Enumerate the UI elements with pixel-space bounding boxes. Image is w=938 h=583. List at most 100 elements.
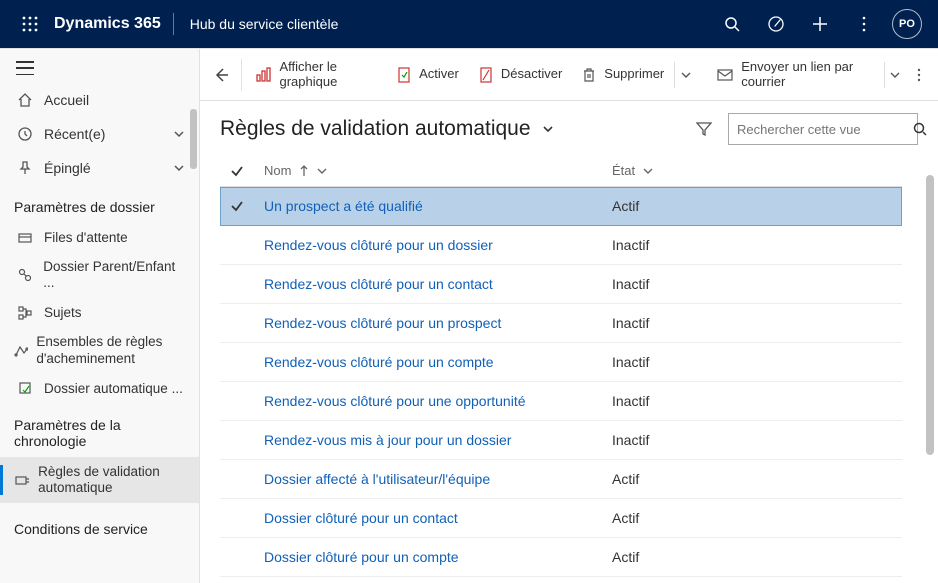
- nav-routing-rules[interactable]: Ensembles de règles d'acheminement: [0, 327, 199, 373]
- hub-label[interactable]: Hub du service clientèle: [174, 16, 355, 32]
- col-name[interactable]: Nom: [254, 155, 602, 187]
- group-service-terms: Conditions de service: [0, 503, 199, 545]
- cmd-label: Activer: [419, 67, 459, 82]
- nav-label: Règles de validation automatique: [38, 464, 185, 496]
- task-flow-icon[interactable]: [754, 0, 798, 48]
- grid-wrap: Nom État Un prospect: [200, 155, 938, 583]
- cell-state: Inactif: [602, 304, 902, 343]
- cell-name[interactable]: Rendez-vous clôturé pour un compte: [254, 343, 602, 382]
- row-checkbox[interactable]: [220, 499, 254, 538]
- cmd-delete-dropdown[interactable]: [675, 70, 697, 80]
- filter-icon[interactable]: [692, 117, 716, 141]
- mail-icon: [717, 68, 733, 82]
- cmd-show-chart[interactable]: Afficher le graphique: [245, 49, 387, 100]
- cmd-overflow[interactable]: [906, 67, 932, 83]
- table-row[interactable]: Rendez-vous clôturé pour un prospectInac…: [220, 304, 902, 343]
- cell-state: Actif: [602, 538, 902, 577]
- chart-icon: [255, 67, 271, 83]
- nav-pinned[interactable]: Épinglé: [0, 151, 199, 185]
- cell-name[interactable]: Dossier clôturé pour un contact: [254, 499, 602, 538]
- table-row[interactable]: Rendez-vous clôturé pour une opportunité…: [220, 382, 902, 421]
- nav-recent[interactable]: Récent(e): [0, 117, 199, 151]
- nav-label: Dossier automatique ...: [44, 381, 183, 396]
- cell-state: Actif: [602, 460, 902, 499]
- add-icon[interactable]: [798, 0, 842, 48]
- cell-name[interactable]: Dossier affecté à l'utilisateur/l'équipe: [254, 460, 602, 499]
- row-checkbox[interactable]: [220, 538, 254, 577]
- cmd-label: Supprimer: [604, 67, 664, 82]
- table-row[interactable]: Rendez-vous clôturé pour un contactInact…: [220, 265, 902, 304]
- chevron-down-icon: [173, 162, 185, 174]
- search-icon[interactable]: [710, 0, 754, 48]
- table-row[interactable]: Dossier clôturé pour un contactActif: [220, 499, 902, 538]
- back-button[interactable]: [206, 49, 237, 100]
- more-vertical-icon[interactable]: [842, 0, 886, 48]
- cell-name[interactable]: Rendez-vous clôturé pour un contact: [254, 265, 602, 304]
- app-launcher-icon[interactable]: [10, 16, 50, 32]
- col-state[interactable]: État: [602, 155, 902, 187]
- col-select-all[interactable]: [220, 155, 254, 187]
- nav-label: Dossier Parent/Enfant ...: [43, 259, 185, 291]
- group-timeline-params: Paramètres de la chronologie: [0, 403, 199, 457]
- avatar[interactable]: PO: [892, 9, 922, 39]
- table-row[interactable]: Un prospect a été qualifiéActif: [220, 187, 902, 226]
- row-checkbox[interactable]: [220, 265, 254, 304]
- cell-name[interactable]: Rendez-vous clôturé pour un dossier: [254, 226, 602, 265]
- search-box[interactable]: [728, 113, 918, 145]
- cmd-label: Afficher le graphique: [279, 60, 377, 90]
- table-row[interactable]: Rendez-vous clôturé pour un compteInacti…: [220, 343, 902, 382]
- row-checkbox[interactable]: [220, 421, 254, 460]
- nav-auto-case[interactable]: Dossier automatique ...: [0, 374, 199, 403]
- grid-scrollbar[interactable]: [926, 175, 934, 455]
- cell-name[interactable]: Dossier clôturé pour un compte: [254, 538, 602, 577]
- search-icon[interactable]: [913, 122, 927, 136]
- view-header: Règles de validation automatique: [200, 101, 938, 155]
- chevron-down-icon[interactable]: [317, 166, 327, 176]
- separator: [241, 59, 242, 91]
- nav-subjects[interactable]: Sujets: [0, 298, 199, 327]
- cell-name[interactable]: Rendez-vous mis à jour pour un dossier: [254, 421, 602, 460]
- nav-auto-validate-rules[interactable]: Règles de validation automatique: [0, 457, 199, 503]
- col-label: Nom: [264, 163, 291, 178]
- row-checkbox[interactable]: [220, 187, 254, 226]
- row-checkbox[interactable]: [220, 460, 254, 499]
- data-grid: Nom État Un prospect: [220, 155, 902, 577]
- search-input[interactable]: [737, 122, 913, 137]
- clock-icon: [14, 126, 36, 142]
- cell-name[interactable]: Un prospect a été qualifié: [254, 187, 602, 226]
- row-checkbox[interactable]: [220, 304, 254, 343]
- cell-state: Inactif: [602, 382, 902, 421]
- nav-queues[interactable]: Files d'attente: [0, 223, 199, 252]
- cell-name[interactable]: Rendez-vous clôturé pour un prospect: [254, 304, 602, 343]
- sidebar-toggle[interactable]: [0, 49, 199, 83]
- cmd-email-dropdown[interactable]: [884, 70, 906, 80]
- table-row[interactable]: Dossier affecté à l'utilisateur/l'équipe…: [220, 460, 902, 499]
- cell-state: Actif: [602, 499, 902, 538]
- sort-asc-icon: [299, 165, 309, 177]
- brand-label[interactable]: Dynamics 365: [50, 15, 173, 33]
- pin-icon: [14, 160, 36, 176]
- cmd-label: Désactiver: [501, 67, 562, 82]
- deactivate-icon: [479, 67, 493, 83]
- view-title: Règles de validation automatique: [220, 117, 531, 141]
- trash-icon: [582, 67, 596, 83]
- table-row[interactable]: Rendez-vous mis à jour pour un dossierIn…: [220, 421, 902, 460]
- cell-name[interactable]: Rendez-vous clôturé pour une opportunité: [254, 382, 602, 421]
- row-checkbox[interactable]: [220, 382, 254, 421]
- view-selector[interactable]: Règles de validation automatique: [220, 117, 555, 141]
- chevron-down-icon: [173, 128, 185, 140]
- nav-home[interactable]: Accueil: [0, 83, 199, 117]
- nav-label: Files d'attente: [44, 230, 128, 245]
- nav-parent-child[interactable]: Dossier Parent/Enfant ...: [0, 252, 199, 298]
- chevron-down-icon: [541, 122, 555, 136]
- cmd-deactivate[interactable]: Désactiver: [469, 49, 572, 100]
- cmd-activate[interactable]: Activer: [387, 49, 469, 100]
- table-row[interactable]: Dossier clôturé pour un compteActif: [220, 538, 902, 577]
- row-checkbox[interactable]: [220, 226, 254, 265]
- row-checkbox[interactable]: [220, 343, 254, 382]
- cmd-delete[interactable]: Supprimer: [572, 49, 674, 100]
- queue-icon: [14, 231, 36, 245]
- cmd-email-link[interactable]: Envoyer un lien par courrier: [707, 49, 883, 100]
- chevron-down-icon[interactable]: [643, 166, 653, 176]
- table-row[interactable]: Rendez-vous clôturé pour un dossierInact…: [220, 226, 902, 265]
